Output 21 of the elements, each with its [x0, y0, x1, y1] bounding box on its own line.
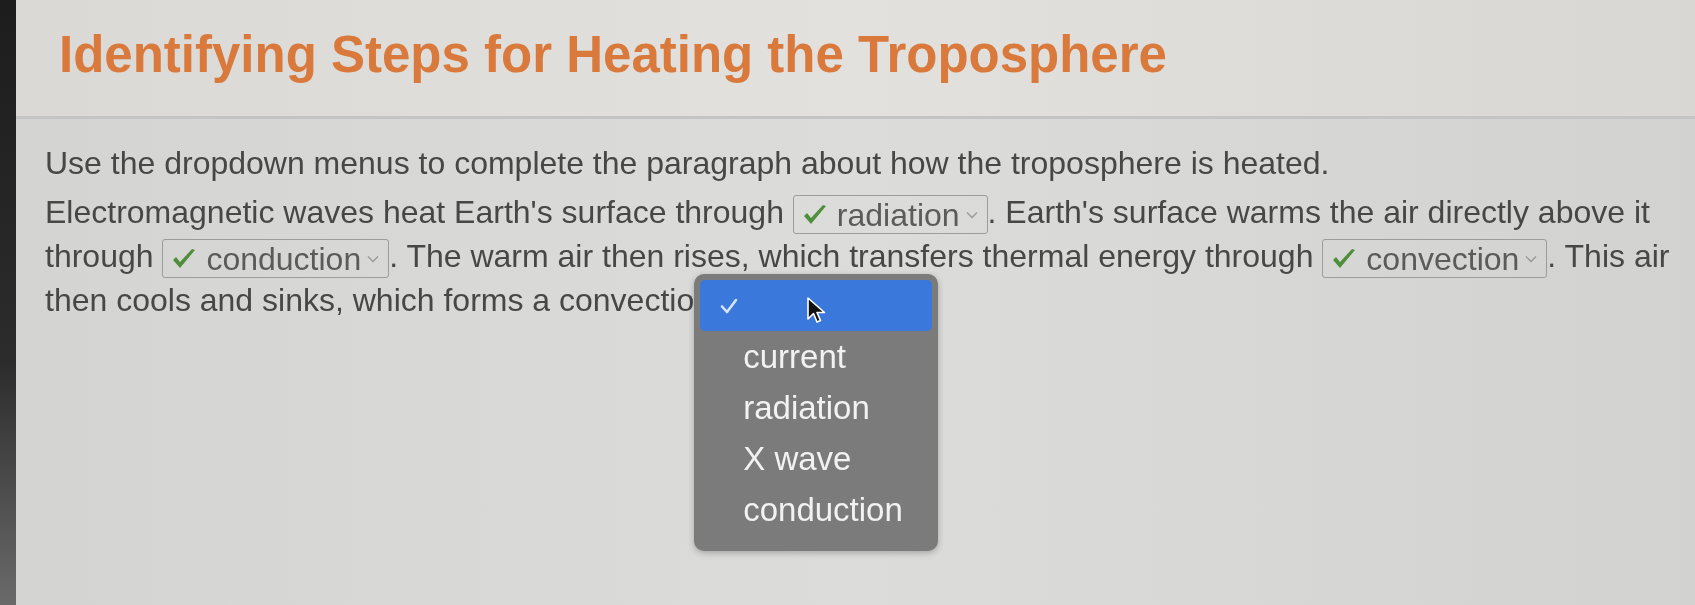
paragraph-text: . Earth's surface warms the air directly above it — [987, 194, 1650, 230]
page-title: Identifying Steps for Heating the Troposphere — [59, 24, 1167, 85]
checkmark-icon — [720, 297, 739, 314]
paragraph-text: through — [45, 238, 155, 274]
paragraph-text: . This air — [1547, 238, 1670, 274]
menu-option[interactable]: conduction — [700, 484, 933, 535]
chevron-down-icon — [367, 254, 380, 263]
paragraph-text: then cools and sinks, which forms a convectio — [45, 282, 695, 318]
menu-option[interactable] — [700, 280, 933, 331]
answer-dropdown[interactable]: convection — [1322, 239, 1548, 279]
instruction-text: Use the dropdown menus to complete the paragraph about how the troposphere is heated. — [45, 144, 1331, 183]
menu-option[interactable]: current — [700, 331, 933, 382]
answer-dropdown[interactable]: radiation — [792, 195, 988, 235]
chevron-down-icon — [1525, 254, 1538, 263]
menu-option[interactable]: X wave — [700, 433, 933, 484]
answer-dropdown[interactable]: conduction — [162, 239, 390, 279]
paragraph-text: . The warm air then rises, which transfers thermal energy through — [389, 238, 1315, 274]
paragraph-text: Electromagnetic waves heat Earth's surface through — [45, 194, 785, 230]
chevron-down-icon — [965, 210, 978, 219]
menu-option[interactable]: radiation — [700, 382, 933, 433]
pointer-cursor-icon — [806, 296, 827, 324]
